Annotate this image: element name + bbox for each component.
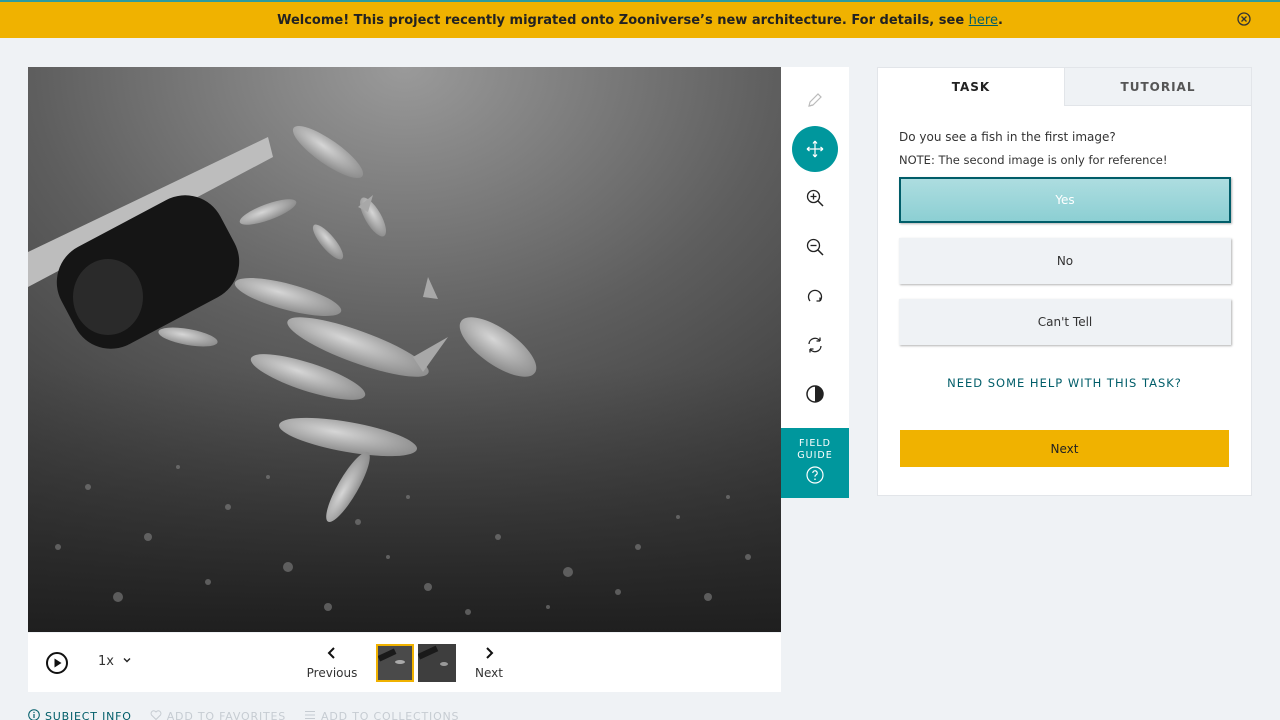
subject-info-label: SUBJECT INFO xyxy=(45,710,132,720)
previous-frame-button[interactable]: Previous xyxy=(300,645,364,680)
chevron-down-icon xyxy=(122,654,132,669)
pencil-icon xyxy=(805,90,825,110)
tab-task[interactable]: TASK xyxy=(878,68,1064,106)
banner-details-link[interactable]: here xyxy=(969,13,998,28)
move-button[interactable] xyxy=(791,126,839,172)
zoom-in-button[interactable] xyxy=(791,175,839,221)
reset-icon xyxy=(805,335,825,355)
close-icon[interactable] xyxy=(1236,11,1252,27)
add-to-favorites-label: ADD TO FAVORITES xyxy=(166,710,287,720)
chevron-left-icon xyxy=(325,645,339,664)
subject-info-button[interactable]: SUBJECT INFO xyxy=(28,709,132,720)
answer-no-button[interactable]: No xyxy=(899,238,1231,284)
list-icon xyxy=(304,709,316,720)
subject-image[interactable] xyxy=(28,67,781,632)
add-to-collections-button[interactable]: ADD TO COLLECTIONS xyxy=(304,709,459,720)
flipbook-controls: 1x Previous Next xyxy=(28,633,781,692)
add-to-collections-label: ADD TO COLLECTIONS xyxy=(321,710,460,720)
play-button[interactable] xyxy=(45,651,69,675)
field-guide-button[interactable]: FIELD GUIDE xyxy=(781,428,849,498)
heart-icon xyxy=(150,709,162,720)
next-frame-button[interactable]: Next xyxy=(468,645,510,680)
field-guide-label: FIELD GUIDE xyxy=(797,438,833,461)
task-tabs: TASK TUTORIAL xyxy=(878,68,1251,106)
move-icon xyxy=(792,126,838,172)
rotate-button[interactable] xyxy=(791,273,839,319)
banner-message-text: Welcome! This project recently migrated … xyxy=(277,12,969,28)
play-icon xyxy=(45,652,69,679)
info-icon xyxy=(28,709,40,720)
zoom-out-icon xyxy=(805,237,825,257)
chevron-right-icon xyxy=(482,645,496,664)
tab-tutorial[interactable]: TUTORIAL xyxy=(1064,68,1251,106)
playback-speed-select[interactable]: 1x xyxy=(98,654,132,669)
answer-yes-button[interactable]: Yes xyxy=(899,177,1231,223)
rotate-icon xyxy=(805,286,825,306)
task-help-link[interactable]: NEED SOME HELP WITH THIS TASK? xyxy=(878,376,1251,390)
task-question: Do you see a fish in the first image? xyxy=(899,130,1116,144)
task-note: NOTE: The second image is only for refer… xyxy=(899,153,1168,167)
frame-thumbnail-2[interactable] xyxy=(418,644,456,682)
add-to-favorites-button[interactable]: ADD TO FAVORITES xyxy=(150,709,286,720)
zoom-out-button[interactable] xyxy=(791,224,839,270)
banner-period: . xyxy=(997,12,1003,28)
image-toolbar: FIELD GUIDE xyxy=(781,67,849,498)
invert-icon xyxy=(805,384,825,404)
zoom-in-icon xyxy=(805,188,825,208)
annotate-button[interactable] xyxy=(791,77,839,123)
reset-button[interactable] xyxy=(791,322,839,368)
next-frame-label: Next xyxy=(475,666,503,680)
playback-speed-value: 1x xyxy=(98,654,114,669)
banner-message: Welcome! This project recently migrated … xyxy=(277,13,1003,28)
announcement-banner: Welcome! This project recently migrated … xyxy=(0,0,1280,38)
invert-button[interactable] xyxy=(791,371,839,417)
underwater-fish-photo xyxy=(28,67,781,632)
subject-meta-bar: SUBJECT INFO ADD TO FAVORITES ADD TO COL… xyxy=(28,709,459,720)
answer-cant-tell-button[interactable]: Can't Tell xyxy=(899,299,1231,345)
frame-thumbnail-1[interactable] xyxy=(376,644,414,682)
task-panel: TASK TUTORIAL Do you see a fish in the f… xyxy=(877,67,1252,496)
next-button[interactable]: Next xyxy=(900,430,1229,467)
previous-label: Previous xyxy=(306,666,358,680)
help-icon xyxy=(806,466,824,484)
